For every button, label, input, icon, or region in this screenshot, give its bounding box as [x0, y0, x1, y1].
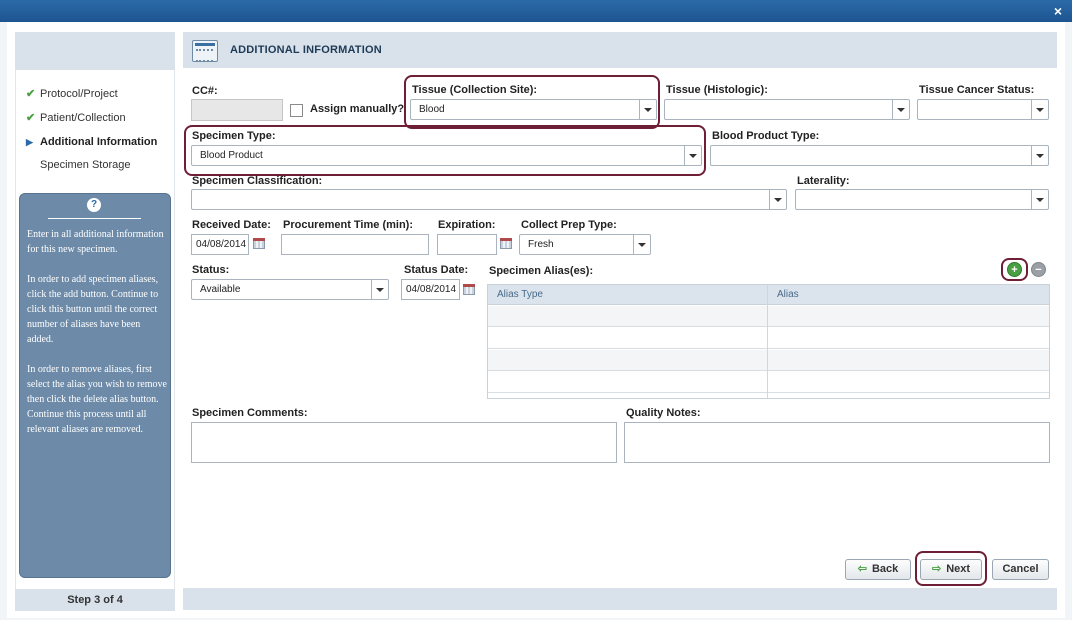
column-header-alias-type[interactable]: Alias Type [497, 285, 543, 305]
arrow-left-icon: ⇦ [857, 563, 867, 575]
specimen-type-select[interactable]: Blood Product [191, 145, 702, 166]
chevron-down-icon [684, 146, 701, 165]
help-icon: ? [87, 198, 101, 212]
status-date-field[interactable]: 04/08/2014 [401, 279, 460, 300]
chevron-down-icon [1031, 190, 1048, 209]
blood-product-type-select[interactable] [710, 145, 1049, 166]
help-divider [48, 218, 141, 219]
procurement-time-field[interactable] [281, 234, 429, 255]
arrow-right-icon: ⇨ [931, 563, 942, 575]
sidebar-step-specimen-storage[interactable]: Specimen Storage [26, 157, 131, 173]
tissue-cancer-status-label: Tissue Cancer Status: [919, 84, 1035, 96]
checkmark-icon: ✔ [26, 88, 36, 100]
cc-label: CC#: [192, 85, 218, 97]
tissue-collection-select[interactable]: Blood [410, 99, 657, 120]
main-footer [183, 588, 1057, 610]
alias-table-header [488, 285, 1049, 305]
help-text: Enter in all additional information for … [27, 229, 167, 435]
assign-manually-checkbox[interactable] [290, 104, 303, 117]
step-label: Additional Information [40, 136, 158, 148]
date-value: 04/08/2014 [196, 239, 247, 250]
date-value: 04/08/2014 [406, 284, 457, 295]
status-select[interactable]: Available [191, 279, 389, 300]
calendar-icon[interactable] [500, 238, 512, 249]
specimen-type-label: Specimen Type: [192, 130, 276, 142]
table-row[interactable] [488, 350, 1049, 371]
sidebar-header [15, 32, 175, 70]
collect-prep-type-select[interactable]: Fresh [519, 234, 651, 255]
add-alias-button[interactable]: + [1007, 262, 1022, 277]
specimen-comments-label: Specimen Comments: [192, 407, 308, 419]
table-row[interactable] [488, 372, 1049, 393]
sidebar-step-protocol-project[interactable]: ✔ Protocol/Project [26, 86, 118, 102]
next-button-label: Next [946, 563, 971, 575]
cc-number-field[interactable] [191, 99, 283, 121]
expiration-field[interactable] [437, 234, 497, 255]
back-button[interactable]: ⇦ Back [845, 559, 911, 580]
close-x-icon[interactable]: × [1054, 3, 1062, 19]
back-button-label: Back [871, 563, 899, 575]
chevron-down-icon [769, 190, 786, 209]
status-label: Status: [192, 264, 230, 276]
specimen-classification-select[interactable] [191, 189, 787, 210]
checkmark-icon: ✔ [26, 112, 36, 124]
triangle-right-icon: ▶ [26, 137, 33, 147]
procurement-time-label: Procurement Time (min): [283, 219, 413, 231]
next-button[interactable]: ⇨ Next [920, 559, 982, 580]
assign-manually-label: Assign manually? [310, 103, 405, 115]
tissue-cancer-status-select[interactable] [917, 99, 1049, 120]
received-date-label: Received Date: [192, 219, 271, 231]
calendar-icon[interactable] [463, 284, 475, 295]
selected-value: Fresh [528, 239, 554, 250]
cancel-button[interactable]: Cancel [992, 559, 1049, 580]
window-titlebar [0, 0, 1072, 22]
form-icon [192, 40, 218, 62]
table-row[interactable] [488, 328, 1049, 349]
expiration-label: Expiration: [438, 219, 496, 231]
received-date-field[interactable]: 04/08/2014 [191, 234, 249, 255]
collect-prep-type-label: Collect Prep Type: [521, 219, 617, 231]
selected-value: Blood [419, 104, 445, 115]
step-label: Protocol/Project [40, 88, 118, 100]
specimen-alias-label: Specimen Alias(es): [489, 265, 594, 277]
column-header-alias[interactable]: Alias [777, 285, 799, 305]
page-title: ADDITIONAL INFORMATION [230, 44, 382, 56]
step-label: Specimen Storage [40, 159, 131, 171]
tissue-histologic-label: Tissue (Histologic): [666, 84, 768, 96]
laterality-label: Laterality: [797, 175, 850, 187]
tissue-histologic-select[interactable] [664, 99, 910, 120]
chevron-down-icon [1031, 146, 1048, 165]
tissue-collection-label: Tissue (Collection Site): [412, 84, 538, 96]
sidebar-step-patient-collection[interactable]: ✔ Patient/Collection [26, 110, 126, 126]
chevron-down-icon [1031, 100, 1048, 119]
quality-notes-label: Quality Notes: [626, 407, 701, 419]
blood-product-type-label: Blood Product Type: [712, 130, 820, 142]
quality-notes-textarea[interactable] [624, 422, 1050, 463]
remove-alias-button[interactable]: − [1031, 262, 1046, 277]
chevron-down-icon [892, 100, 909, 119]
laterality-select[interactable] [795, 189, 1049, 210]
column-divider [767, 285, 768, 398]
chevron-down-icon [639, 100, 656, 119]
specimen-comments-textarea[interactable] [191, 422, 617, 463]
specimen-classification-label: Specimen Classification: [192, 175, 323, 187]
selected-value: Blood Product [200, 150, 263, 161]
sidebar-step-additional-information[interactable]: ▶ Additional Information [26, 134, 157, 150]
status-date-label: Status Date: [404, 264, 469, 276]
chevron-down-icon [371, 280, 388, 299]
selected-value: Available [200, 284, 241, 295]
calendar-icon[interactable] [253, 238, 265, 249]
step-label: Patient/Collection [40, 112, 126, 124]
table-row[interactable] [488, 306, 1049, 327]
step-indicator: Step 3 of 4 [15, 589, 175, 611]
chevron-down-icon [633, 235, 650, 254]
